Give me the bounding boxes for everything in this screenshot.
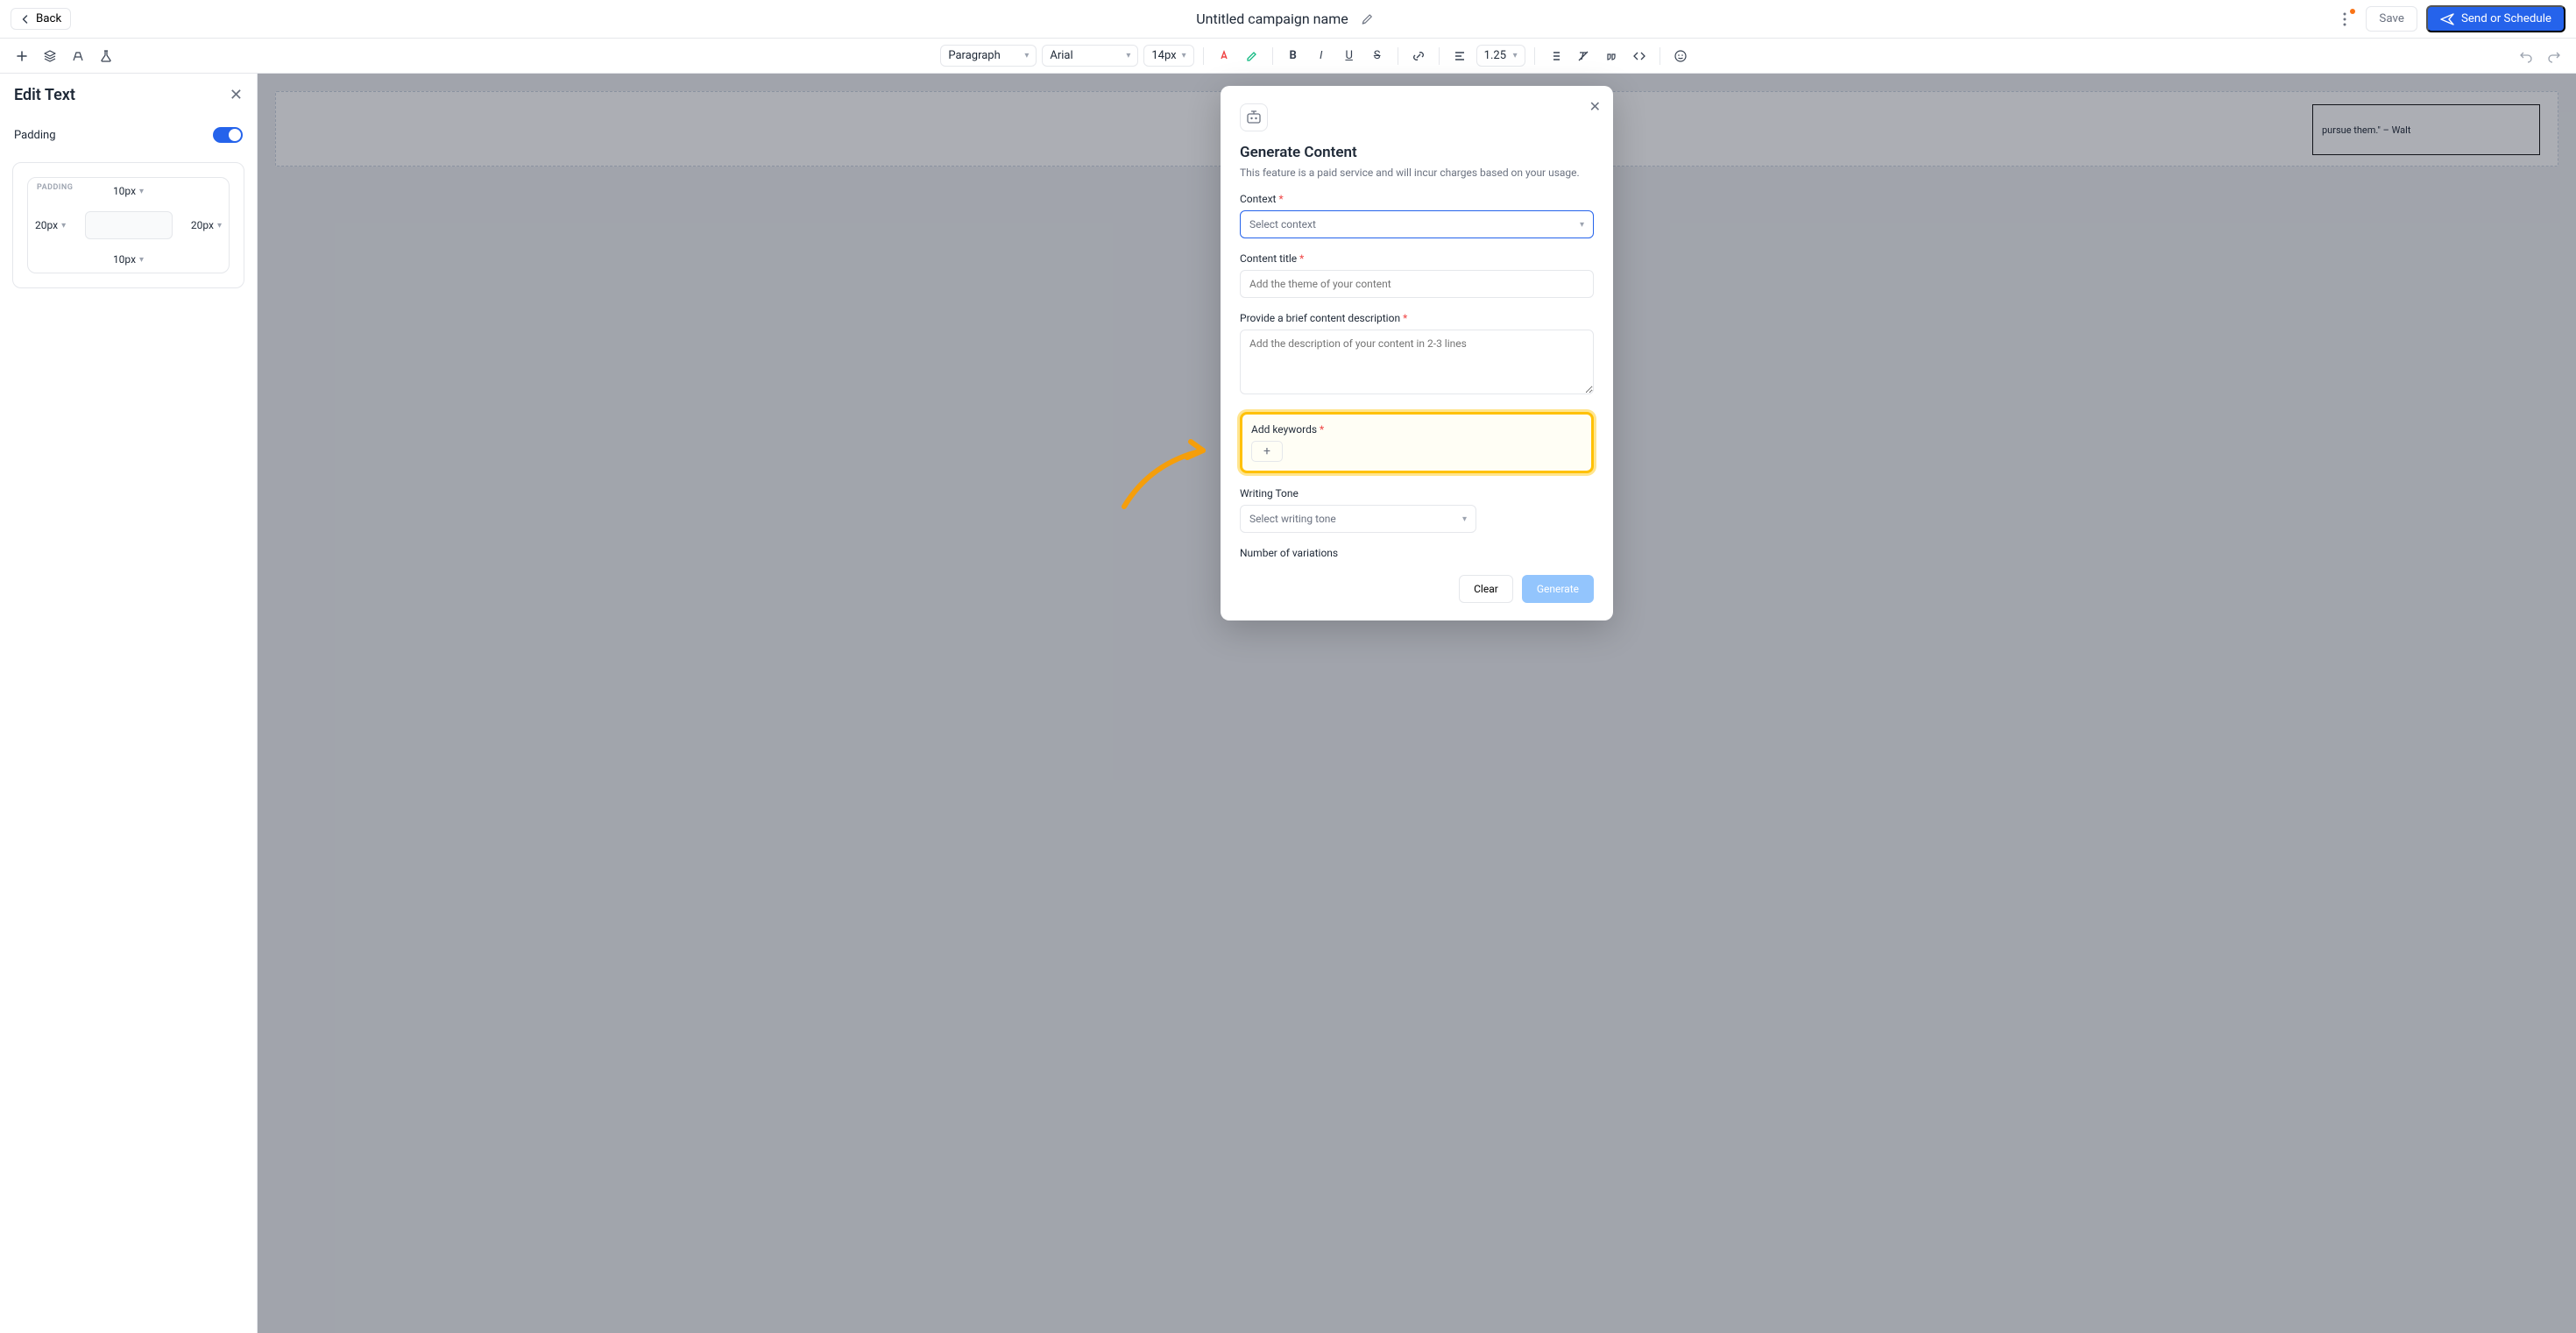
tone-label: Writing Tone	[1240, 487, 1594, 500]
strikethrough-icon[interactable]: S	[1366, 45, 1389, 67]
variations-label: Number of variations	[1240, 547, 1594, 559]
padding-caption: PADDING	[37, 183, 73, 192]
bot-icon	[1240, 103, 1268, 131]
modal-subtitle: This feature is a paid service and will …	[1240, 167, 1594, 179]
add-keyword-button[interactable]: +	[1251, 441, 1283, 462]
padding-right-stepper[interactable]: 20px▾	[191, 219, 222, 231]
chevron-left-icon	[20, 14, 31, 25]
panel-title: Edit Text	[14, 86, 75, 104]
generate-button[interactable]: Generate	[1522, 575, 1594, 603]
line-height-select[interactable]: 1.25▾	[1476, 45, 1525, 67]
back-button[interactable]: Back	[11, 8, 71, 30]
underline-icon[interactable]: U	[1338, 45, 1361, 67]
context-select[interactable]: Select context ▾	[1240, 210, 1594, 238]
padding-toggle[interactable]	[213, 127, 243, 143]
link-icon[interactable]	[1407, 45, 1430, 67]
undo-icon[interactable]	[2515, 45, 2537, 67]
code-icon[interactable]	[1628, 45, 1651, 67]
padding-left-stepper[interactable]: 20px▾	[35, 219, 66, 231]
layers-icon[interactable]	[39, 45, 61, 67]
lab-icon[interactable]	[95, 45, 117, 67]
chevron-down-icon: ▾	[1126, 51, 1130, 60]
save-button[interactable]: Save	[2366, 6, 2417, 32]
add-block-icon[interactable]	[11, 45, 33, 67]
chevron-down-icon: ▾	[1024, 51, 1029, 60]
modal-title: Generate Content	[1240, 144, 1594, 161]
clear-format-icon[interactable]	[1572, 45, 1595, 67]
content-title-label: Content title	[1240, 252, 1297, 265]
close-panel-icon[interactable]: ✕	[230, 86, 243, 104]
emoji-icon[interactable]	[1669, 45, 1692, 67]
edit-title-icon[interactable]	[1355, 7, 1380, 32]
chevron-down-icon: ▾	[1462, 514, 1467, 524]
font-size-select[interactable]: 14px▾	[1143, 45, 1193, 67]
annotation-arrow	[1115, 436, 1221, 515]
chevron-down-icon: ▾	[1580, 220, 1584, 230]
back-label: Back	[36, 12, 61, 25]
modal-overlay: ✕ Generate Content This feature is a pai…	[258, 74, 2576, 1333]
redo-icon[interactable]	[2543, 45, 2565, 67]
bold-icon[interactable]: B	[1282, 45, 1305, 67]
send-label: Send or Schedule	[2461, 12, 2551, 25]
chevron-down-icon: ▾	[1182, 51, 1186, 60]
padding-bottom-stepper[interactable]: 10px▾	[113, 253, 144, 266]
align-icon[interactable]	[1448, 45, 1471, 67]
clear-button[interactable]: Clear	[1459, 575, 1513, 603]
quote-icon[interactable]	[1600, 45, 1623, 67]
context-label: Context	[1240, 193, 1276, 205]
text-color-icon[interactable]	[1213, 45, 1235, 67]
campaign-title: Untitled campaign name	[1196, 11, 1348, 27]
style-icon[interactable]	[67, 45, 89, 67]
close-modal-icon[interactable]: ✕	[1589, 98, 1601, 115]
description-textarea[interactable]	[1240, 330, 1594, 394]
font-select[interactable]: Arial▾	[1042, 45, 1138, 67]
generate-content-modal: ✕ Generate Content This feature is a pai…	[1221, 86, 1613, 620]
highlight-color-icon[interactable]	[1241, 45, 1263, 67]
padding-label: Padding	[14, 129, 56, 142]
content-title-input[interactable]	[1240, 270, 1594, 298]
padding-preview-box	[85, 211, 173, 239]
send-icon	[2440, 13, 2454, 25]
keywords-label: Add keywords	[1251, 423, 1317, 436]
chevron-down-icon: ▾	[1513, 51, 1518, 60]
unsaved-indicator-dot	[2350, 9, 2355, 14]
send-schedule-button[interactable]: Send or Schedule	[2426, 5, 2565, 32]
italic-icon[interactable]: I	[1310, 45, 1333, 67]
list-icon[interactable]	[1544, 45, 1567, 67]
more-menu-button[interactable]	[2332, 7, 2357, 32]
writing-tone-select[interactable]: Select writing tone ▾	[1240, 505, 1476, 533]
paragraph-select[interactable]: Paragraph▾	[940, 45, 1037, 67]
padding-top-stepper[interactable]: 10px▾	[113, 185, 144, 197]
description-label: Provide a brief content description	[1240, 312, 1400, 324]
